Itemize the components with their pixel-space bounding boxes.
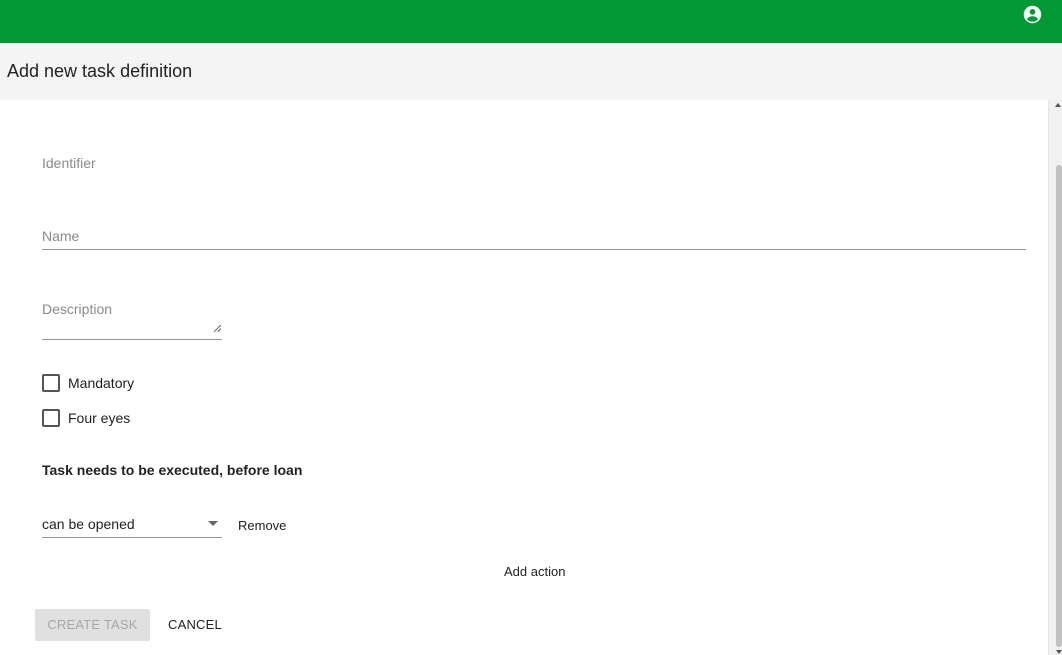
- mandatory-checkbox-row[interactable]: Mandatory: [42, 374, 134, 392]
- identifier-label: Identifier: [42, 155, 96, 171]
- name-input[interactable]: [42, 228, 1026, 248]
- dropdown-arrow-icon: [208, 521, 218, 526]
- action-select[interactable]: can be opened: [42, 512, 222, 538]
- scroll-up-arrow-icon[interactable]: [1055, 103, 1061, 107]
- page-title: Add new task definition: [7, 61, 193, 81]
- identifier-input[interactable]: [42, 174, 1026, 194]
- four-eyes-label: Four eyes: [68, 410, 131, 426]
- four-eyes-checkbox-row[interactable]: Four eyes: [42, 409, 130, 427]
- description-textarea[interactable]: [42, 318, 222, 338]
- cancel-button[interactable]: CANCEL: [168, 617, 222, 632]
- mandatory-label: Mandatory: [68, 375, 135, 391]
- add-action-button[interactable]: Add action: [504, 564, 565, 579]
- action-select-value: can be opened: [42, 516, 135, 532]
- remove-action-button[interactable]: Remove: [238, 518, 286, 533]
- create-task-button[interactable]: CREATE TASK: [35, 609, 150, 641]
- mandatory-checkbox[interactable]: [42, 374, 60, 392]
- scroll-down-arrow-icon[interactable]: [1056, 650, 1062, 654]
- actions-section-title: Task needs to be executed, before loan: [42, 462, 303, 478]
- account-circle-icon[interactable]: [1022, 4, 1043, 25]
- description-underline: [42, 339, 222, 340]
- top-app-bar: [0, 0, 1062, 43]
- resize-handle-icon[interactable]: [214, 325, 221, 332]
- name-underline: [42, 249, 1026, 250]
- scrollbar-thumb[interactable]: [1056, 165, 1062, 647]
- description-label: Description: [42, 301, 113, 317]
- four-eyes-checkbox[interactable]: [42, 409, 60, 427]
